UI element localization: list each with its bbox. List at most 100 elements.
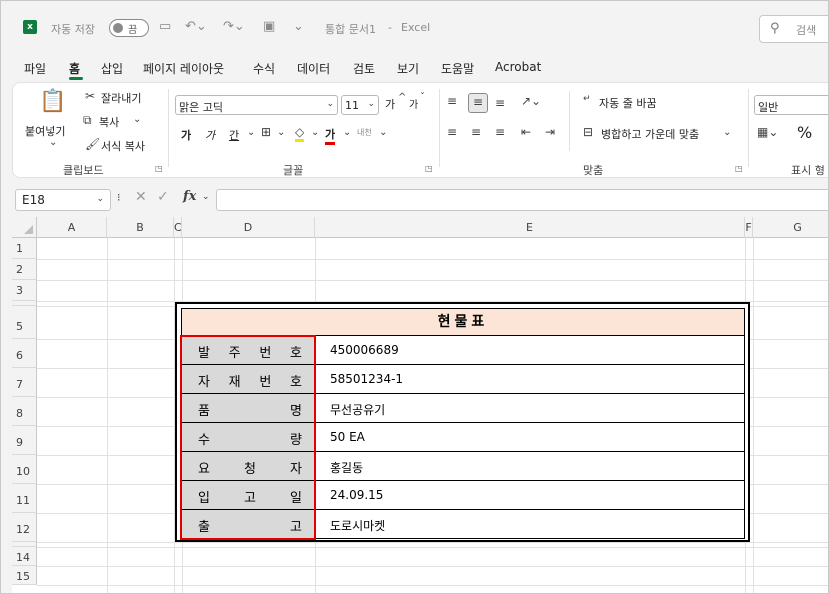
align-middle-button[interactable]: ≡ bbox=[468, 93, 488, 113]
font-name-combo[interactable]: 맑은 고딕 ⌄ bbox=[175, 95, 338, 115]
phonetic-button[interactable]: 내천 bbox=[357, 127, 372, 138]
paste-dropdown-icon[interactable]: ⌄ bbox=[49, 137, 57, 148]
fill-color-icon[interactable]: ◇ bbox=[295, 125, 305, 142]
row-header-15[interactable]: 15 bbox=[12, 566, 37, 585]
align-right-icon[interactable]: ≡ bbox=[495, 125, 505, 139]
worksheet-grid[interactable]: A B C D E F G 1 2 3 5 6 7 8 9 10 11 12 1… bbox=[12, 217, 828, 593]
undo-icon[interactable]: ↶⌄ bbox=[185, 19, 207, 34]
copy-button[interactable]: 복사 bbox=[99, 114, 119, 130]
orientation-icon[interactable]: ↗⌄ bbox=[521, 94, 541, 108]
tab-home[interactable]: 홈 bbox=[69, 60, 80, 77]
search-box[interactable]: ⚲ 검색 bbox=[759, 15, 828, 43]
insert-function-icon[interactable]: fx bbox=[183, 189, 196, 204]
cancel-icon[interactable]: ✕ bbox=[135, 189, 147, 205]
alignment-launcher-icon[interactable]: ◳ bbox=[735, 164, 743, 173]
row-header-6[interactable]: 6 bbox=[12, 339, 37, 368]
row-header-3[interactable]: 3 bbox=[12, 280, 37, 301]
tab-data[interactable]: 데이터 bbox=[297, 60, 330, 77]
chevron-down-icon[interactable]: ⌄ bbox=[202, 192, 210, 202]
wrap-text-icon[interactable]: ↵ bbox=[583, 94, 591, 104]
align-bottom-icon[interactable]: ≡ bbox=[495, 96, 505, 110]
font-color-dropdown-icon[interactable]: ⌄ bbox=[343, 127, 351, 138]
grow-font-button[interactable]: 가 bbox=[385, 96, 395, 112]
border-dropdown-icon[interactable]: ⌄ bbox=[277, 127, 285, 138]
align-left-icon[interactable]: ≡ bbox=[447, 125, 457, 139]
font-color-button[interactable]: 가 bbox=[325, 126, 336, 145]
row-header-12[interactable]: 12 bbox=[12, 513, 37, 542]
bold-button[interactable]: 가 bbox=[181, 127, 191, 143]
column-header-a[interactable]: A bbox=[37, 217, 107, 238]
row-header-2[interactable]: 2 bbox=[12, 259, 37, 280]
row-value[interactable]: 50 EA bbox=[330, 430, 365, 444]
merge-center-icon[interactable]: ⊟ bbox=[583, 125, 593, 139]
row-header-9[interactable]: 9 bbox=[12, 426, 37, 455]
format-painter-icon[interactable]: 🖌 bbox=[85, 137, 100, 151]
row-header-5[interactable]: 5 bbox=[12, 306, 37, 339]
column-header-c[interactable]: C bbox=[174, 217, 182, 238]
quick-format-icon[interactable]: ▣ bbox=[263, 19, 275, 34]
decrease-indent-icon[interactable]: ⇤ bbox=[521, 125, 531, 139]
redo-icon[interactable]: ↷⌄ bbox=[223, 19, 245, 34]
row-value[interactable]: 450006689 bbox=[330, 343, 399, 357]
row-value[interactable]: 24.09.15 bbox=[330, 488, 383, 502]
copy-icon[interactable]: ⧉ bbox=[83, 113, 92, 128]
tab-view[interactable]: 보기 bbox=[397, 60, 419, 77]
tab-formulas[interactable]: 수식 bbox=[253, 60, 275, 77]
row-value[interactable]: 도로시마켓 bbox=[330, 517, 385, 534]
number-format-combo[interactable]: 일반 bbox=[754, 95, 828, 115]
paste-button[interactable]: 붙여넣기 bbox=[25, 123, 65, 139]
copy-dropdown-icon[interactable]: ⌄ bbox=[133, 114, 141, 125]
row-value[interactable]: 58501234-1 bbox=[330, 372, 403, 386]
tab-review[interactable]: 검토 bbox=[353, 60, 375, 77]
accounting-format-icon[interactable]: ▦⌄ bbox=[757, 125, 778, 139]
formula-input[interactable] bbox=[216, 189, 828, 211]
cut-button[interactable]: 잘라내기 bbox=[101, 90, 141, 106]
italic-button[interactable]: 가 bbox=[205, 127, 215, 143]
row-header-11[interactable]: 11 bbox=[12, 484, 37, 513]
tab-help[interactable]: 도움말 bbox=[441, 60, 474, 77]
increase-indent-icon[interactable]: ⇥ bbox=[545, 125, 555, 139]
paste-icon[interactable]: 📋 bbox=[39, 89, 66, 114]
font-size-combo[interactable]: 11 ⌄ bbox=[341, 95, 379, 115]
border-icon[interactable]: ⊞ bbox=[261, 125, 271, 139]
column-header-g[interactable]: G bbox=[753, 217, 828, 238]
merge-dropdown-icon[interactable]: ⌄ bbox=[723, 127, 731, 138]
font-launcher-icon[interactable]: ◳ bbox=[425, 164, 433, 173]
save-icon[interactable]: ▭ bbox=[159, 19, 171, 34]
row-header-7[interactable]: 7 bbox=[12, 368, 37, 397]
column-header-e[interactable]: E bbox=[315, 217, 745, 238]
cut-icon[interactable]: ✂ bbox=[85, 89, 95, 103]
customize-qat-icon[interactable]: ⌄ bbox=[293, 19, 304, 34]
row-header-8[interactable]: 8 bbox=[12, 397, 37, 426]
format-painter-button[interactable]: 서식 복사 bbox=[101, 138, 145, 154]
row-value[interactable]: 홍길동 bbox=[330, 459, 363, 476]
percent-button[interactable]: % bbox=[797, 123, 812, 142]
name-box[interactable]: E18 ⌄ bbox=[15, 189, 111, 211]
merge-center-button[interactable]: 병합하고 가운데 맞춤 bbox=[601, 126, 699, 142]
shrink-font-button[interactable]: 가 bbox=[409, 96, 418, 111]
enter-icon[interactable]: ✓ bbox=[157, 189, 169, 205]
fill-dropdown-icon[interactable]: ⌄ bbox=[311, 127, 319, 138]
underline-button[interactable]: 간 bbox=[229, 127, 239, 143]
column-header-f[interactable]: F bbox=[745, 217, 753, 238]
tab-acrobat[interactable]: Acrobat bbox=[495, 60, 541, 74]
column-header-b[interactable]: B bbox=[107, 217, 174, 238]
tab-file[interactable]: 파일 bbox=[24, 60, 46, 77]
tab-page-layout[interactable]: 페이지 레이아웃 bbox=[143, 60, 224, 77]
align-center-icon[interactable]: ≡ bbox=[471, 125, 481, 139]
row-header-14[interactable]: 14 bbox=[12, 547, 37, 566]
wrap-text-button[interactable]: 자동 줄 바꿈 bbox=[599, 95, 657, 111]
tab-insert[interactable]: 삽입 bbox=[101, 60, 123, 77]
more-options-icon[interactable]: ⁝ bbox=[117, 191, 121, 204]
row-header-10[interactable]: 10 bbox=[12, 455, 37, 484]
phonetic-dropdown-icon[interactable]: ⌄ bbox=[379, 127, 387, 138]
column-header-d[interactable]: D bbox=[182, 217, 315, 238]
row-value[interactable]: 무선공유기 bbox=[330, 401, 385, 418]
autosave-toggle[interactable]: 끔 bbox=[109, 19, 149, 37]
clipboard-launcher-icon[interactable]: ◳ bbox=[155, 164, 163, 173]
table-title[interactable]: 현물표 bbox=[181, 308, 745, 336]
underline-dropdown-icon[interactable]: ⌄ bbox=[247, 127, 255, 138]
row-header-1[interactable]: 1 bbox=[12, 238, 37, 259]
select-all-corner[interactable] bbox=[12, 217, 37, 238]
align-top-icon[interactable]: ≡ bbox=[447, 94, 457, 108]
